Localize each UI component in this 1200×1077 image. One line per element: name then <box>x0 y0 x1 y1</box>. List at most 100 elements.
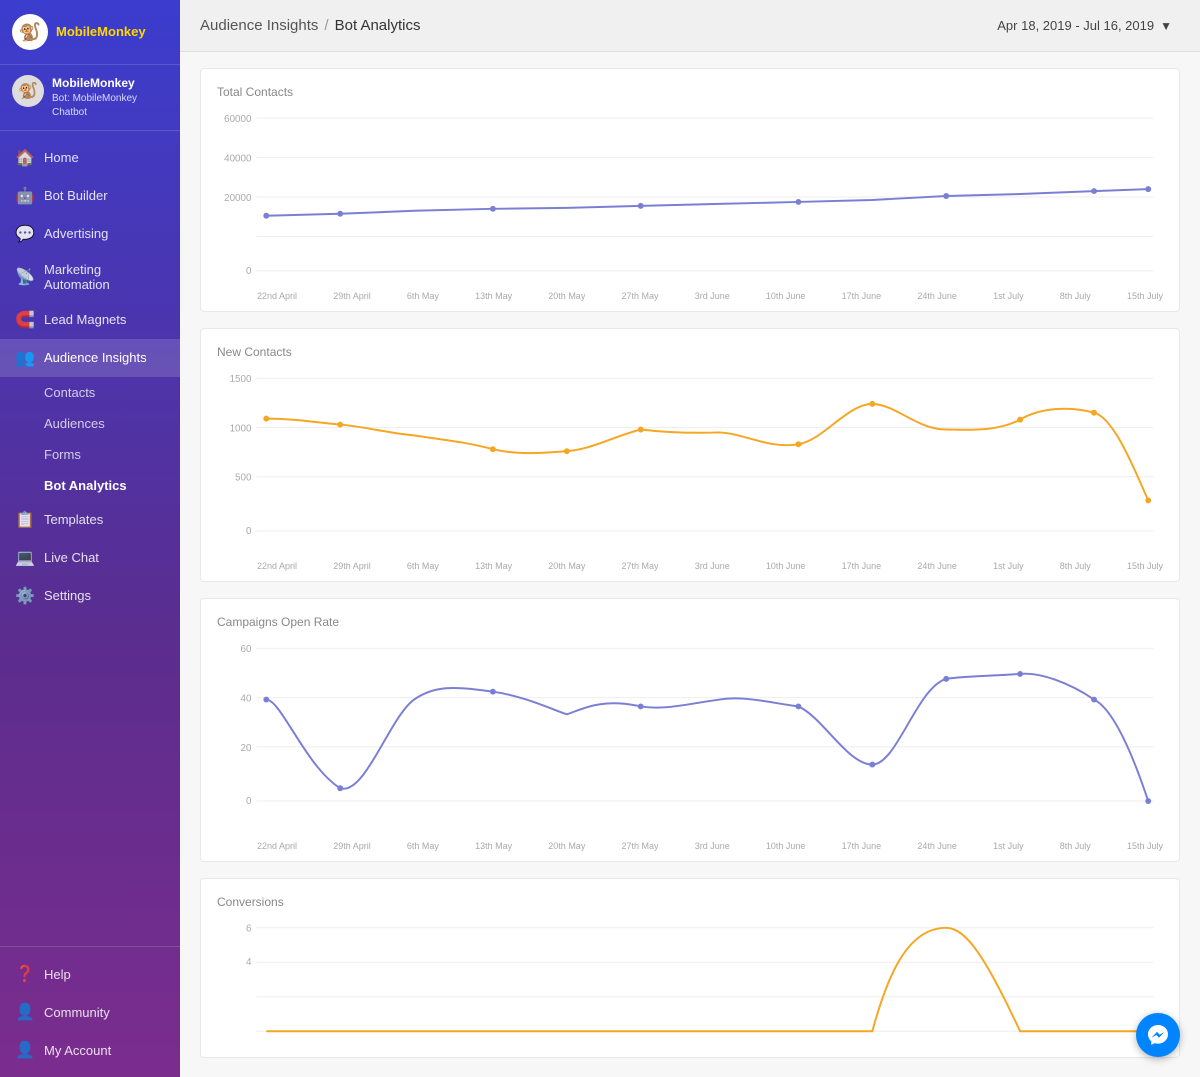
sidebar-item-community[interactable]: 👤 Community <box>0 993 180 1031</box>
sidebar-nav: 🏠 Home 🤖 Bot Builder 💬 Advertising 📡 Mar… <box>0 131 180 946</box>
breadcrumb-separator: / <box>324 17 328 34</box>
svg-text:1000: 1000 <box>230 423 252 434</box>
community-icon: 👤 <box>14 1002 36 1022</box>
brand-logo: 🐒 <box>12 14 48 50</box>
campaigns-open-rate-card: Campaigns Open Rate 60 40 20 0 <box>200 598 1180 862</box>
conversions-title: Conversions <box>217 895 1163 909</box>
community-label: Community <box>44 1005 110 1020</box>
help-label: Help <box>44 967 71 982</box>
brand-name: MobileMonkey <box>56 25 146 39</box>
live-chat-icon: 💻 <box>14 548 36 568</box>
sidebar-item-marketing-automation[interactable]: 📡 Marketing Automation <box>0 253 180 301</box>
sidebar-item-live-chat[interactable]: 💻 Live Chat <box>0 539 180 577</box>
total-contacts-chart: 60000 40000 20000 0 <box>217 107 1163 301</box>
sidebar-item-bot-builder[interactable]: 🤖 Bot Builder <box>0 177 180 215</box>
my-account-icon: 👤 <box>14 1040 36 1060</box>
conversions-card: Conversions 6 4 <box>200 878 1180 1058</box>
lead-magnets-icon: 🧲 <box>14 310 36 330</box>
audience-insights-icon: 👥 <box>14 348 36 368</box>
svg-text:20: 20 <box>241 743 252 754</box>
sidebar-footer: ❓ Help 👤 Community 👤 My Account <box>0 946 180 1077</box>
messenger-fab[interactable] <box>1136 1013 1180 1057</box>
sidebar-subitem-contacts[interactable]: Contacts <box>0 377 180 408</box>
svg-text:40: 40 <box>241 694 252 705</box>
brand-name-part1: Mobile <box>56 24 97 39</box>
sidebar-item-label: Advertising <box>44 226 108 241</box>
sidebar-item-label: Live Chat <box>44 550 99 565</box>
svg-text:20000: 20000 <box>224 193 252 204</box>
home-icon: 🏠 <box>14 148 36 168</box>
sidebar-item-settings[interactable]: ⚙️ Settings <box>0 577 180 615</box>
charts-container: Total Contacts 60000 40000 20000 0 <box>180 52 1200 1077</box>
sidebar-header: 🐒 MobileMonkey <box>0 0 180 65</box>
total-contacts-svg: 60000 40000 20000 0 <box>217 107 1163 287</box>
conversions-chart: 6 4 <box>217 917 1163 1047</box>
sidebar-item-audience-insights[interactable]: 👥 Audience Insights <box>0 339 180 377</box>
campaigns-svg: 60 40 20 0 <box>217 637 1163 837</box>
account-sub: Bot: MobileMonkey Chatbot <box>52 92 168 120</box>
sidebar-item-home[interactable]: 🏠 Home <box>0 139 180 177</box>
new-contacts-x-axis: 22nd April 29th April 6th May 13th May 2… <box>217 557 1163 571</box>
total-contacts-title: Total Contacts <box>217 85 1163 99</box>
sidebar-item-help[interactable]: ❓ Help <box>0 955 180 993</box>
sidebar-subitem-forms[interactable]: Forms <box>0 439 180 470</box>
sidebar-item-label: Audience Insights <box>44 350 147 365</box>
brand-name-part2: Monkey <box>97 24 145 39</box>
sidebar-item-label: Lead Magnets <box>44 312 126 327</box>
svg-text:6: 6 <box>246 924 252 935</box>
sidebar-item-lead-magnets[interactable]: 🧲 Lead Magnets <box>0 301 180 339</box>
account-section[interactable]: 🐒 MobileMonkey Bot: MobileMonkey Chatbot <box>0 65 180 131</box>
audiences-label: Audiences <box>44 416 105 431</box>
sidebar: 🐒 MobileMonkey 🐒 MobileMonkey Bot: Mobil… <box>0 0 180 1077</box>
conversions-svg: 6 4 <box>217 917 1163 1047</box>
svg-text:0: 0 <box>246 526 252 537</box>
account-name: MobileMonkey <box>52 75 168 92</box>
sidebar-subitem-bot-analytics[interactable]: Bot Analytics <box>0 470 180 501</box>
new-contacts-chart: 1500 1000 500 0 <box>217 367 1163 571</box>
svg-text:500: 500 <box>235 473 252 484</box>
sidebar-item-label: Settings <box>44 588 91 603</box>
campaigns-x-axis: 22nd April 29th April 6th May 13th May 2… <box>217 837 1163 851</box>
new-contacts-title: New Contacts <box>217 345 1163 359</box>
bot-analytics-label: Bot Analytics <box>44 478 127 493</box>
sidebar-item-templates[interactable]: 📋 Templates <box>0 501 180 539</box>
breadcrumb-current: Bot Analytics <box>335 17 421 34</box>
date-range-picker[interactable]: Apr 18, 2019 - Jul 16, 2019 ▼ <box>989 14 1180 37</box>
svg-text:1500: 1500 <box>230 374 252 385</box>
avatar: 🐒 <box>12 75 44 107</box>
account-info: MobileMonkey Bot: MobileMonkey Chatbot <box>52 75 168 120</box>
forms-label: Forms <box>44 447 81 462</box>
messenger-icon <box>1146 1023 1170 1047</box>
main-content: Audience Insights / Bot Analytics Apr 18… <box>180 0 1200 1077</box>
marketing-icon: 📡 <box>14 267 36 287</box>
settings-icon: ⚙️ <box>14 586 36 606</box>
breadcrumb: Audience Insights / Bot Analytics <box>200 17 420 34</box>
total-contacts-x-axis: 22nd April 29th April 6th May 13th May 2… <box>217 287 1163 301</box>
sidebar-item-label: Marketing Automation <box>44 262 166 292</box>
sidebar-item-label: Home <box>44 150 79 165</box>
svg-text:40000: 40000 <box>224 154 252 165</box>
svg-text:60000: 60000 <box>224 114 252 125</box>
chevron-down-icon: ▼ <box>1160 19 1172 33</box>
help-icon: ❓ <box>14 964 36 984</box>
svg-text:0: 0 <box>246 266 252 277</box>
sidebar-item-advertising[interactable]: 💬 Advertising <box>0 215 180 253</box>
bot-builder-icon: 🤖 <box>14 186 36 206</box>
breadcrumb-parent[interactable]: Audience Insights <box>200 17 318 34</box>
svg-text:4: 4 <box>246 957 252 968</box>
sidebar-item-my-account[interactable]: 👤 My Account <box>0 1031 180 1069</box>
sidebar-item-label: Bot Builder <box>44 188 108 203</box>
new-contacts-card: New Contacts 1500 1000 500 0 <box>200 328 1180 582</box>
my-account-label: My Account <box>44 1043 111 1058</box>
new-contacts-svg: 1500 1000 500 0 <box>217 367 1163 557</box>
date-range-text: Apr 18, 2019 - Jul 16, 2019 <box>997 18 1154 33</box>
total-contacts-card: Total Contacts 60000 40000 20000 0 <box>200 68 1180 312</box>
topbar: Audience Insights / Bot Analytics Apr 18… <box>180 0 1200 52</box>
templates-icon: 📋 <box>14 510 36 530</box>
sidebar-item-label: Templates <box>44 512 103 527</box>
campaigns-title: Campaigns Open Rate <box>217 615 1163 629</box>
campaigns-chart: 60 40 20 0 <box>217 637 1163 851</box>
sidebar-subitem-audiences[interactable]: Audiences <box>0 408 180 439</box>
contacts-label: Contacts <box>44 385 95 400</box>
svg-text:0: 0 <box>246 796 252 807</box>
